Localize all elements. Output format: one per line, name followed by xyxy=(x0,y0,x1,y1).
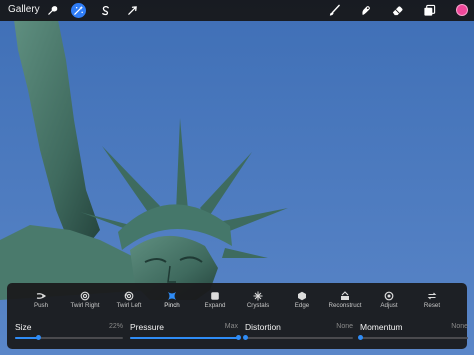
top-toolbar: Gallery xyxy=(0,0,474,21)
slider-fill xyxy=(130,337,238,339)
mode-label: Crystals xyxy=(246,302,270,309)
twirl-left-icon xyxy=(107,288,151,301)
magic-wand-icon[interactable] xyxy=(71,3,86,18)
slider-label: Momentum xyxy=(360,322,403,332)
momentum-slider[interactable]: Momentum None xyxy=(357,321,468,343)
mode-label: Edge xyxy=(294,302,310,309)
slider-knob[interactable] xyxy=(242,335,248,340)
slider-value: None xyxy=(451,323,468,330)
expand-icon xyxy=(193,288,237,301)
gallery-button[interactable]: Gallery xyxy=(8,4,40,15)
pinch-icon xyxy=(150,288,194,301)
mode-adjust[interactable]: Adjust xyxy=(367,288,411,314)
smudge-icon[interactable] xyxy=(357,2,374,19)
mode-label: Twirl Right xyxy=(70,302,100,309)
slider-label: Size xyxy=(15,322,32,332)
eraser-icon[interactable] xyxy=(389,2,406,19)
mode-edge[interactable]: Edge xyxy=(280,288,324,314)
mode-expand[interactable]: Expand xyxy=(193,288,237,314)
slider-track[interactable] xyxy=(357,335,468,340)
mode-label: Pinch xyxy=(164,302,180,309)
edge-icon xyxy=(280,288,324,301)
adjust-icon xyxy=(367,288,411,301)
slider-knob[interactable] xyxy=(235,335,241,340)
reconstruct-icon xyxy=(323,288,367,301)
crystals-icon xyxy=(236,288,280,301)
mode-label: Reset xyxy=(423,302,441,309)
arrow-cursor-icon[interactable] xyxy=(125,3,140,18)
slider-value: None xyxy=(336,323,353,330)
slider-knob[interactable] xyxy=(36,335,42,340)
slider-fill xyxy=(15,337,39,339)
pressure-slider[interactable]: Pressure Max xyxy=(130,321,241,343)
selection-s-icon[interactable] xyxy=(98,3,113,18)
slider-label: Distortion xyxy=(245,322,281,332)
liquify-panel: Push Twirl Right Twirl Left Pinch Expand xyxy=(7,283,468,349)
slider-track[interactable] xyxy=(130,335,241,340)
slider-value: 22% xyxy=(108,323,123,330)
slider-label: Pressure xyxy=(130,322,165,332)
slider-track[interactable] xyxy=(242,335,353,340)
layers-icon[interactable] xyxy=(421,2,438,19)
mode-twirl-right[interactable]: Twirl Right xyxy=(63,288,107,314)
liquify-mode-bar: Push Twirl Right Twirl Left Pinch Expand xyxy=(7,288,467,314)
brush-icon[interactable] xyxy=(326,2,343,19)
distortion-slider[interactable]: Distortion None xyxy=(242,321,353,343)
color-picker-swatch[interactable] xyxy=(456,4,468,16)
liquify-sliders: Size 22% Pressure Max Distortion None Mo… xyxy=(7,321,468,343)
size-slider[interactable]: Size 22% xyxy=(15,321,123,343)
mode-pinch[interactable]: Pinch xyxy=(150,288,194,314)
twirl-right-icon xyxy=(63,288,107,301)
mode-push[interactable]: Push xyxy=(19,288,63,314)
mode-reconstruct[interactable]: Reconstruct xyxy=(323,288,367,314)
reset-icon xyxy=(410,288,454,301)
mode-label: Reconstruct xyxy=(328,302,362,309)
wrench-icon[interactable] xyxy=(45,3,60,18)
mode-label: Twirl Left xyxy=(116,302,142,309)
slider-knob[interactable] xyxy=(357,335,363,340)
mode-reset[interactable]: Reset xyxy=(410,288,454,314)
mode-label: Adjust xyxy=(380,302,398,309)
slider-value: Max xyxy=(224,323,238,330)
mode-label: Expand xyxy=(204,302,226,309)
mode-twirl-left[interactable]: Twirl Left xyxy=(107,288,151,314)
mode-crystals[interactable]: Crystals xyxy=(236,288,280,314)
mode-label: Push xyxy=(33,302,49,309)
push-icon xyxy=(19,288,63,301)
slider-track[interactable] xyxy=(15,335,123,340)
